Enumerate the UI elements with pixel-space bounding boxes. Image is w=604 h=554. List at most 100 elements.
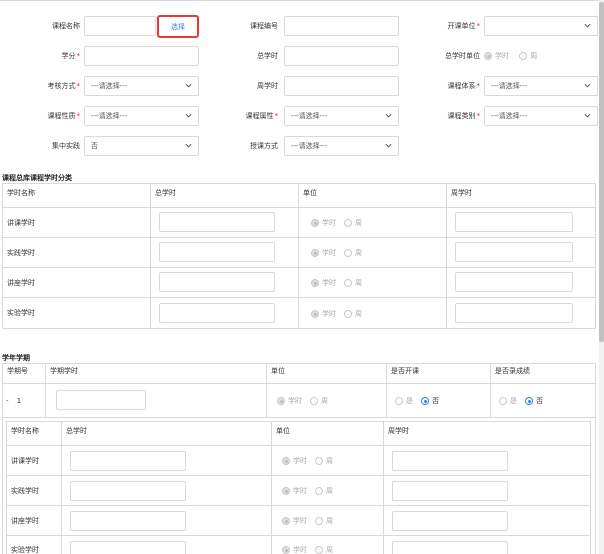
total-hours-cell-input[interactable]: [159, 212, 275, 232]
course-nature-select[interactable]: ---请选择---: [84, 106, 199, 126]
radio-weeks[interactable]: [315, 546, 323, 554]
concentrated-practice-select[interactable]: 否: [84, 136, 199, 156]
course-name-input[interactable]: [84, 16, 156, 36]
weekly-hours-cell-input[interactable]: [455, 242, 573, 262]
table-cell: 学时周: [272, 506, 384, 536]
term-hours-input[interactable]: [56, 390, 146, 410]
nested-header-name: 学时名称: [7, 422, 62, 446]
table-cell: [384, 476, 591, 506]
term-header-unit: 单位: [267, 364, 387, 384]
course-attribute-select[interactable]: ---请选择---: [284, 106, 399, 126]
total-hours-cell-input[interactable]: [70, 451, 186, 471]
hours-header-name: 学时名称: [3, 184, 151, 208]
scrollbar-track[interactable]: [599, 0, 604, 554]
total-hours-cell-input[interactable]: [70, 541, 186, 554]
table-cell: [384, 446, 591, 476]
total-hours-cell-input[interactable]: [70, 481, 186, 501]
row-label: 讲座学时: [7, 279, 35, 287]
table-cell: 学时周: [299, 298, 447, 329]
radio-weeks[interactable]: [344, 279, 352, 287]
radio-weeks[interactable]: [344, 219, 352, 227]
course-system-select[interactable]: ---请选择---: [484, 76, 598, 96]
weekly-hours-cell-input[interactable]: [392, 481, 508, 501]
select-course-button[interactable]: 选择: [157, 15, 199, 38]
weekly-hours-cell-input[interactable]: [455, 272, 573, 292]
total-hours-input[interactable]: [284, 46, 399, 66]
table-cell: [151, 208, 299, 238]
radio-weeks[interactable]: [344, 249, 352, 257]
radio-weeks[interactable]: [344, 310, 352, 318]
term-offered-cell: 是否: [387, 384, 491, 418]
course-code-input[interactable]: [284, 16, 399, 36]
radio-yes[interactable]: [395, 397, 403, 405]
radio-weeks[interactable]: [315, 517, 323, 525]
nested-container: 学时名称 总学时 单位 周学时 讲课学时 学时周 实践学时 学时周 讲座学时 学…: [3, 418, 596, 554]
radio-hours[interactable]: [282, 546, 290, 554]
course-nature-label: 课程性质*: [47, 112, 81, 120]
weekly-hours-input[interactable]: [284, 76, 399, 96]
total-hours-cell-input[interactable]: [159, 242, 275, 262]
chevron-down-icon: [185, 113, 192, 118]
radio-weeks[interactable]: [519, 52, 528, 60]
hours-header-weekly: 周学时: [447, 184, 596, 208]
table-row: 实验学时: [7, 536, 62, 554]
radio-hours[interactable]: [311, 279, 319, 287]
radio-hours[interactable]: [311, 219, 319, 227]
top-divider: [0, 0, 604, 1]
radio-weeks[interactable]: [310, 397, 318, 405]
offered-radio-group: 是否: [395, 396, 447, 406]
unit-radio-group: 学时周: [311, 218, 370, 228]
radio-hours[interactable]: [282, 487, 290, 495]
weekly-hours-cell-input[interactable]: [392, 511, 508, 531]
total-hours-cell-input[interactable]: [70, 511, 186, 531]
table-cell: [151, 298, 299, 329]
unit-radio-group: 学时周: [311, 309, 370, 319]
table-row: 讲座学时: [7, 506, 62, 536]
hours-table-title: 课程总库课程学时分类: [2, 174, 72, 182]
weekly-hours-cell-input[interactable]: [392, 541, 508, 554]
table-cell: 学时周: [272, 536, 384, 554]
offering-unit-select[interactable]: [484, 16, 598, 36]
radio-hours[interactable]: [311, 249, 319, 257]
grade-radio-group: 是否: [499, 396, 551, 406]
radio-yes[interactable]: [499, 397, 507, 405]
assessment-label: 考核方式*: [47, 82, 81, 90]
course-code-label: 课程编号: [250, 22, 278, 30]
total-hours-cell-input[interactable]: [159, 272, 275, 292]
expand-toggle[interactable]: -: [6, 397, 9, 405]
teaching-method-select[interactable]: ---请选择---: [284, 136, 399, 156]
course-category-select[interactable]: ---请选择---: [484, 106, 598, 126]
nested-header-unit: 单位: [272, 422, 384, 446]
unit-radio-group: 学时周: [277, 396, 336, 406]
chevron-down-icon: [584, 113, 591, 118]
radio-hours[interactable]: [277, 397, 285, 405]
credit-input[interactable]: [84, 46, 199, 66]
radio-weeks[interactable]: [315, 457, 323, 465]
radio-weeks[interactable]: [315, 487, 323, 495]
scrollbar-thumb[interactable]: [599, 2, 604, 342]
assessment-select[interactable]: ---请选择---: [84, 76, 199, 96]
weekly-hours-cell-input[interactable]: [455, 303, 573, 323]
row-label: 实践学时: [11, 487, 39, 495]
radio-no[interactable]: [525, 397, 533, 405]
row-label: 讲座学时: [11, 517, 39, 525]
term-hours-cell: [46, 384, 267, 418]
radio-no[interactable]: [421, 397, 429, 405]
course-attribute-label: 课程属性*: [245, 112, 279, 120]
weekly-hours-cell-input[interactable]: [455, 212, 573, 232]
total-hours-cell-input[interactable]: [159, 303, 275, 323]
radio-hours[interactable]: [311, 310, 319, 318]
row-label: 实践学时: [7, 249, 35, 257]
table-row: 讲课学时: [7, 446, 62, 476]
radio-hours[interactable]: [282, 457, 290, 465]
term-header-hours: 学期学时: [46, 364, 267, 384]
table-cell: 学时周: [272, 476, 384, 506]
table-cell: [62, 536, 272, 554]
radio-hours[interactable]: [282, 517, 290, 525]
term-header-offered: 是否开课: [387, 364, 491, 384]
table-cell: 学时周: [299, 268, 447, 298]
term-header-number: 学期号: [3, 364, 46, 384]
radio-hours[interactable]: [484, 52, 492, 60]
table-cell: [62, 476, 272, 506]
weekly-hours-cell-input[interactable]: [392, 451, 508, 471]
